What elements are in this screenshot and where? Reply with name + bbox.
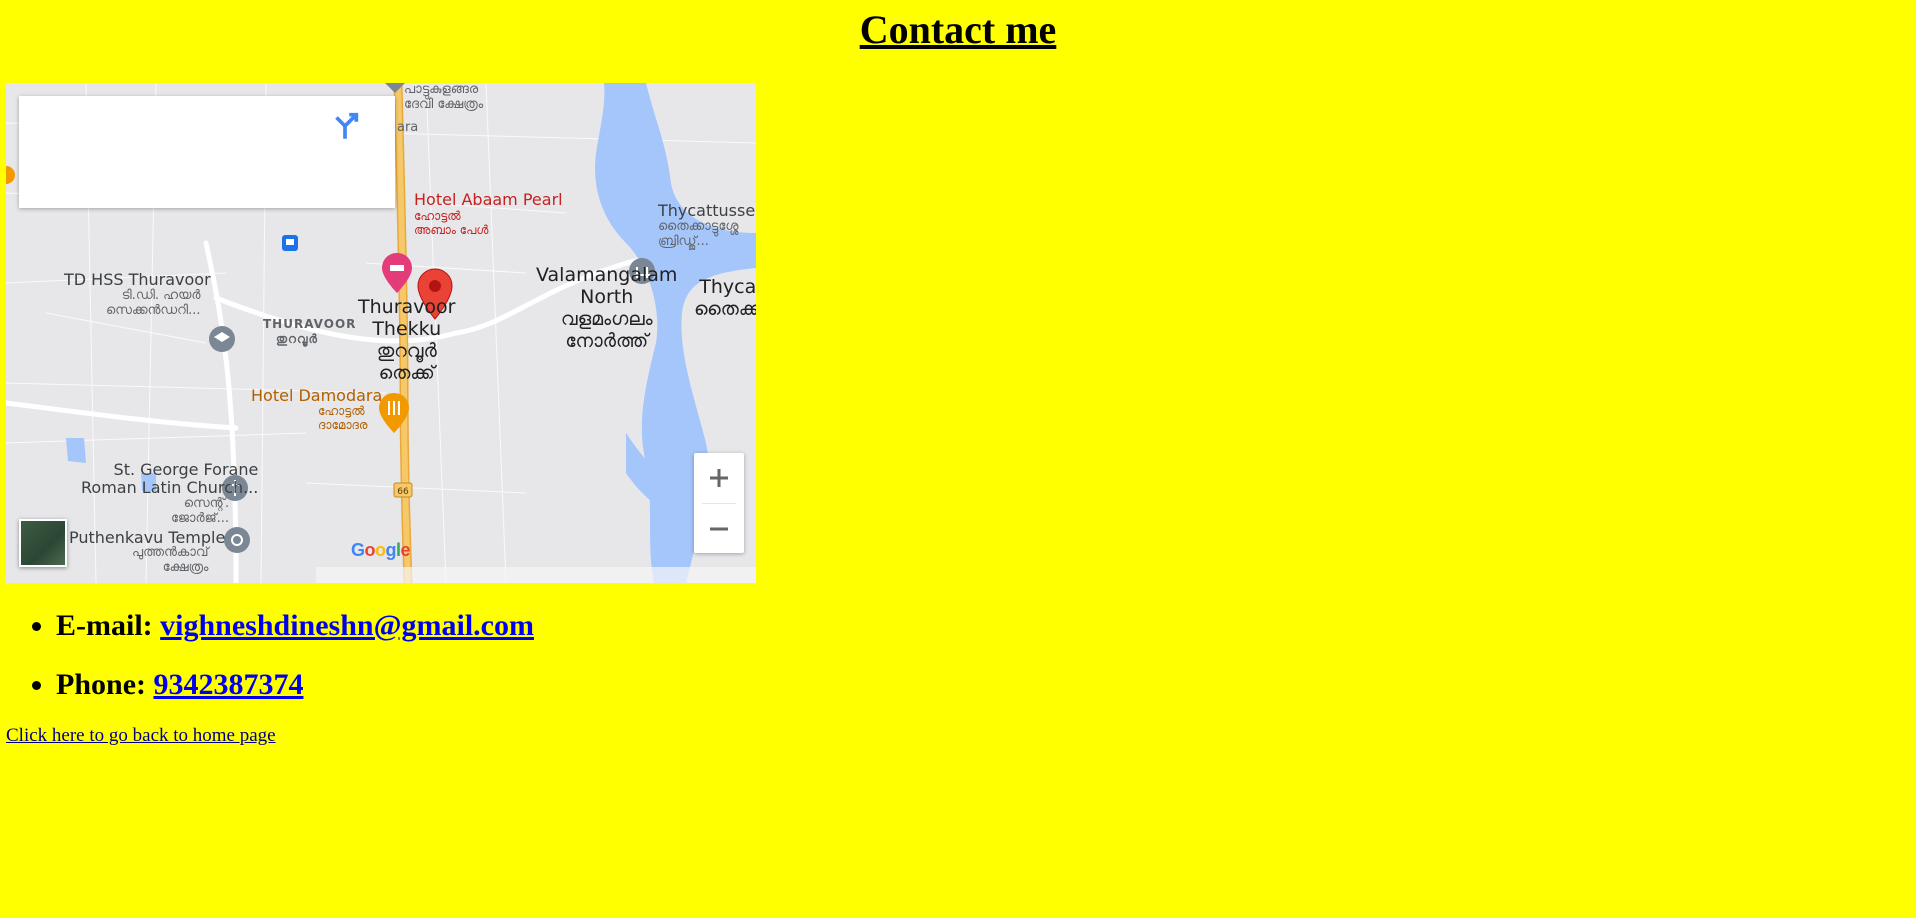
temple-pin-icon[interactable] [224, 527, 250, 553]
minus-icon [710, 527, 728, 531]
contact-email-item: E-mail: vighneshdineshn@gmail.com [56, 598, 534, 657]
email-link[interactable]: vighneshdineshn@gmail.com [160, 609, 534, 642]
highway-shield-label: 66 [397, 487, 409, 497]
zoom-out-button[interactable] [694, 504, 744, 554]
map-label-ara: ara [397, 120, 419, 135]
google-logo-letter: o [375, 540, 386, 560]
map-label-hotel-damodara-ml: ഹോട്ടൽ ദാമോദര [318, 404, 368, 432]
map-label-puthenkavu-ml: പുത്തൻകാവ് ക്ഷേത്രം [132, 545, 209, 575]
zoom-control [694, 453, 744, 553]
google-logo-letter: G [351, 540, 365, 560]
google-logo-letter: o [364, 540, 376, 560]
map-label-school: TD HSS Thuravoor [64, 270, 211, 289]
map-attribution-bar [316, 567, 756, 583]
map-info-card[interactable] [19, 96, 395, 208]
embedded-map[interactable]: 66 പാട്ടുകുളങ്ങര ദേവി ക്ഷേത്രം ara Hotel… [6, 83, 756, 583]
email-label: E-mail: [56, 609, 161, 642]
satellite-view-toggle[interactable] [19, 519, 67, 567]
contact-phone-item: Phone: 9342387374 [56, 657, 534, 716]
google-logo-letter: g [385, 540, 397, 560]
partial-pin-icon[interactable] [6, 166, 15, 184]
map-label-valamangalam: Valamangalam North വളമംഗലം നോർത്ത് [536, 264, 678, 352]
map-label-church-ml: സെന്റ്. ജോർജ്... [171, 496, 230, 526]
phone-label: Phone: [56, 668, 154, 701]
zoom-in-button[interactable] [694, 453, 744, 503]
map-label-school-ml: ടി.ഡി. ഹയർ സെക്കൻഡറി... [106, 288, 201, 318]
directions-icon[interactable] [328, 109, 362, 143]
google-logo-letter: e [400, 540, 411, 560]
contact-list: E-mail: vighneshdineshn@gmail.com Phone:… [0, 598, 534, 716]
home-page-link[interactable]: Click here to go back to home page [6, 725, 276, 747]
phone-link[interactable]: 9342387374 [154, 668, 304, 701]
map-label-thycattussery: Thycattusser [658, 201, 756, 220]
school-pin-icon[interactable] [209, 326, 235, 352]
map-label-church: St. George Forane Roman Latin Church... [81, 460, 259, 498]
map-label-thuravoor: THURAVOOR [263, 317, 357, 331]
map-label-hotel-abaam-ml: ഹോട്ടൽ അബാം പേൾ [414, 209, 489, 237]
hotel-pin-icon[interactable] [382, 253, 412, 293]
transit-icon[interactable] [282, 235, 298, 251]
map-label-thyca: Thyca തൈക്ക [694, 276, 756, 320]
map-label-hotel-damodara: Hotel Damodara [251, 386, 383, 405]
google-logo: Google [351, 540, 411, 561]
plus-icon [710, 469, 728, 487]
map-label-hotel-abaam: Hotel Abaam Pearl [414, 190, 563, 209]
map-label-thuravoor-thekku: Thuravoor Thekku തുറവൂർ തെക്ക് [358, 296, 456, 384]
map-label-thuravoor-ml: തുറവൂർ [276, 332, 318, 346]
map-label-thycattussery-ml: തൈക്കാട്ടുശ്ശേ ബ്രിഡ്ജ്... [658, 219, 739, 249]
page-title: Contact me [859, 7, 1057, 52]
map-label-temple-north: പാട്ടുകുളങ്ങര ദേവി ക്ഷേത്രം [404, 83, 484, 112]
